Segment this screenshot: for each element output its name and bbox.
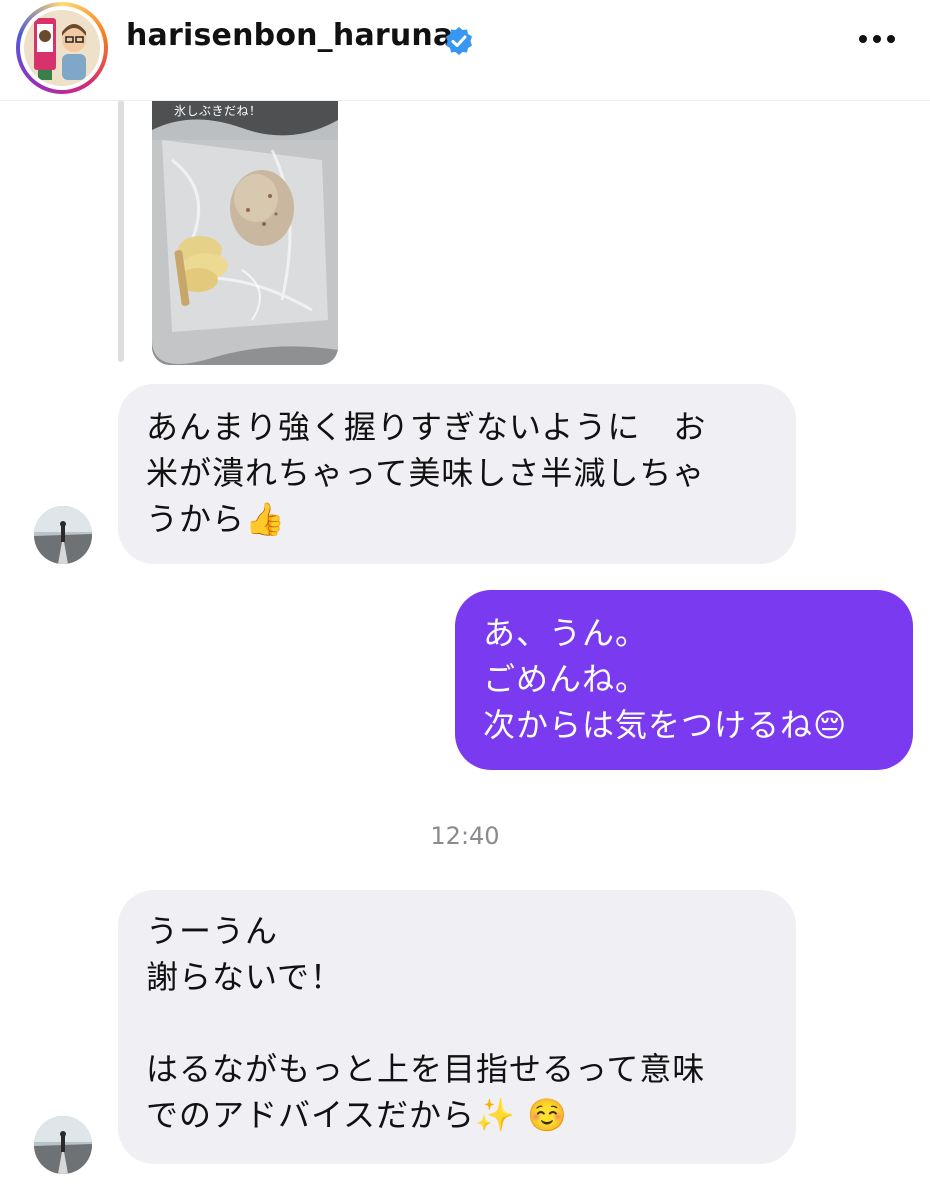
message-text-line: 次からは気をつけるね😔 <box>483 706 848 744</box>
avatar-image <box>24 10 100 86</box>
verified-badge-icon <box>446 27 472 55</box>
message-bubble-outgoing[interactable]: あ、うん。 ごめんね。 次からは気をつけるね😔 <box>455 590 913 770</box>
message-text-line: うから👍 <box>146 500 286 538</box>
message-text-line: あ、うん。 <box>483 614 649 652</box>
sender-avatar[interactable] <box>34 1116 92 1174</box>
message-bubble-incoming[interactable]: あんまり強く握りすぎないように お 米が潰れちゃって美味しさ半減しちゃ うから👍 <box>118 384 796 564</box>
more-options-icon[interactable] <box>856 24 898 54</box>
road-photo-avatar-icon <box>34 506 92 564</box>
message-text-line: うーうん <box>146 912 279 950</box>
rice-ball-photo <box>152 100 338 365</box>
shared-photo[interactable]: 氷しぶきだね！ <box>152 100 338 365</box>
profile-avatar[interactable] <box>16 2 108 94</box>
message-text-line: はるながもっと上を目指せるって意味 <box>146 1050 706 1088</box>
avatar-illustration-icon <box>24 10 100 86</box>
reply-quote-bar <box>118 100 124 362</box>
message-text-line: 米が潰れちゃって美味しさ半減しちゃ <box>146 454 706 492</box>
message-text-line: 謝らないで！ <box>146 958 344 996</box>
message-text-line: あんまり強く握りすぎないように お <box>146 408 707 446</box>
road-photo-avatar-icon <box>34 1116 92 1174</box>
chat-header: harisenbon_haruna <box>0 0 930 101</box>
photo-caption: 氷しぶきだね！ <box>174 104 262 118</box>
chat-username[interactable]: harisenbon_haruna <box>126 18 453 53</box>
message-text-line: ごめんね。 <box>483 660 649 698</box>
message-bubble-incoming[interactable]: うーうん 謝らないで！ はるながもっと上を目指せるって意味 でのアドバイスだから… <box>118 890 796 1164</box>
sender-avatar[interactable] <box>34 506 92 564</box>
message-text-line: でのアドバイスだから✨ ☺️ <box>146 1096 568 1134</box>
message-timestamp: 12:40 <box>430 822 500 850</box>
